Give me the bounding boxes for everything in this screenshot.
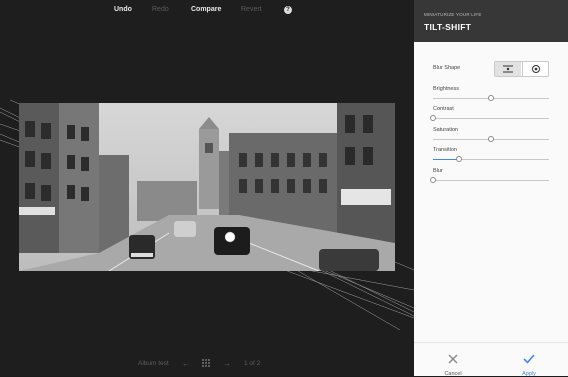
next-arrow-icon[interactable]: → <box>223 359 231 368</box>
photo-editor-canvas: Undo Redo Compare Revert ? Album test ← … <box>0 0 414 376</box>
cancel-label: Cancel <box>444 371 462 377</box>
panel-footer: Cancel Apply <box>414 342 568 377</box>
saturation-slider-thumb[interactable] <box>488 136 494 142</box>
contrast-label: Contrast <box>433 106 454 112</box>
transition-slider[interactable] <box>433 156 549 162</box>
previous-arrow-icon[interactable]: ← <box>182 359 190 368</box>
page-counter: 1 of 2 <box>244 360 261 367</box>
photo-preview[interactable] <box>19 103 395 271</box>
blur-shape-label: Blur Shape <box>433 65 461 71</box>
radial-icon <box>532 65 540 73</box>
album-name: Album test <box>138 360 169 367</box>
street-photo <box>19 103 395 271</box>
linear-icon <box>503 65 513 73</box>
blur-shape-toggle <box>494 61 549 77</box>
transition-slider-thumb[interactable] <box>455 156 462 162</box>
contrast-slider-thumb[interactable] <box>430 115 436 121</box>
blur-slider-thumb[interactable] <box>430 177 436 183</box>
close-icon <box>448 354 458 364</box>
panel-header: MINIATURIZE YOUR LIFE TILT-SHIFT <box>414 0 568 42</box>
check-icon <box>523 354 535 364</box>
transition-label: Transition <box>433 147 457 153</box>
brightness-slider[interactable] <box>433 95 549 101</box>
saturation-label: Saturation <box>433 127 459 133</box>
linear-blur-button[interactable] <box>495 62 521 76</box>
panel-title: TILT-SHIFT <box>424 22 472 32</box>
grid-icon[interactable] <box>202 359 210 369</box>
blur-slider[interactable] <box>430 177 549 183</box>
brightness-label: Brightness <box>433 86 459 92</box>
blur-label: Blur <box>433 168 443 174</box>
apply-label: Apply <box>522 371 536 377</box>
radial-blur-button[interactable] <box>522 62 549 76</box>
contrast-slider[interactable] <box>430 115 549 121</box>
panel-subtitle: MINIATURIZE YOUR LIFE <box>424 12 482 17</box>
apply-button[interactable]: Apply <box>509 351 549 377</box>
tilt-shift-panel: MINIATURIZE YOUR LIFE TILT-SHIFT Blur Sh… <box>414 0 568 377</box>
cancel-button[interactable]: Cancel <box>433 351 473 377</box>
album-navigation: Album test ← → 1 of 2 <box>0 359 414 372</box>
brightness-slider-thumb[interactable] <box>488 95 494 101</box>
saturation-slider[interactable] <box>433 136 549 142</box>
focus-point-handle <box>224 231 236 243</box>
